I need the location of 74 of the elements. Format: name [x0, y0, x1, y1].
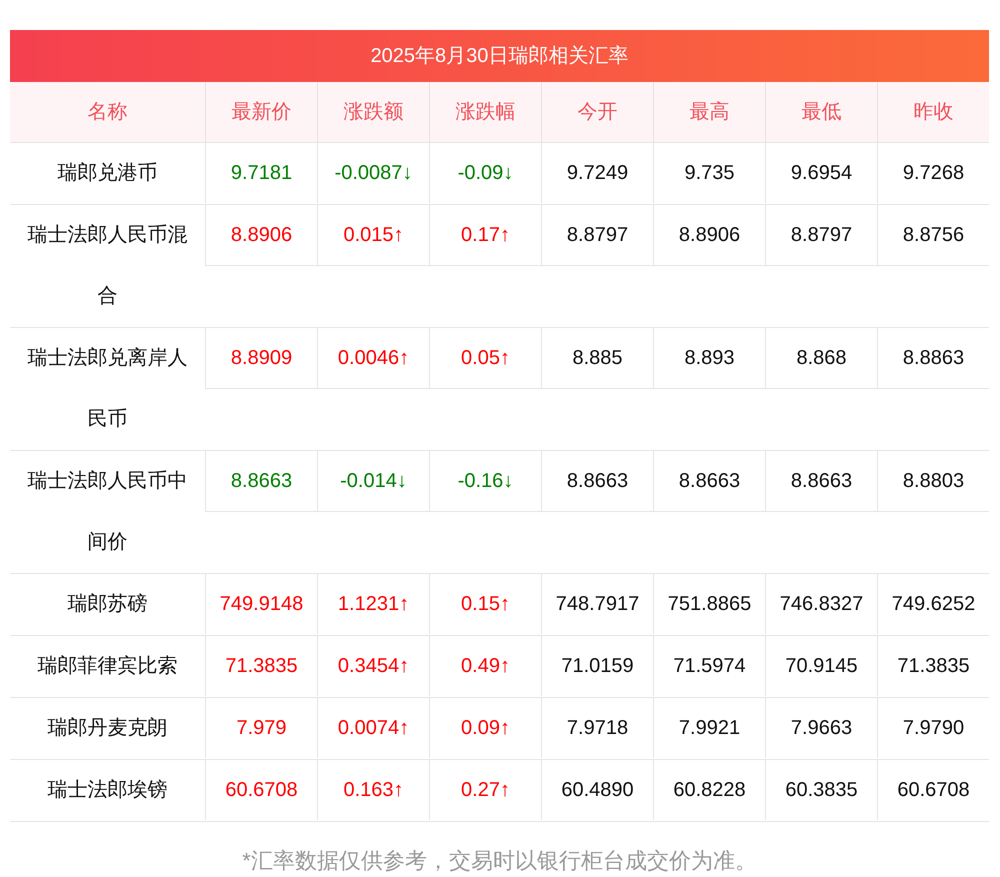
currency-pair-name: 瑞郎菲律宾比索 [36, 654, 178, 679]
table-cell: 751.8865 [653, 574, 765, 634]
table-cell: 8.8803 [877, 451, 989, 512]
footnote: *汇率数据仅供参考，交易时以银行柜台成交价为准。 [241, 847, 758, 875]
table-cell: 8.8663 [541, 451, 653, 512]
table-cell: -0.16↓ [429, 451, 541, 512]
table-cell: 8.8906 [653, 205, 765, 266]
column-header: 最新价 [205, 82, 317, 142]
table-cell: 7.9663 [765, 698, 877, 758]
table-cell: 60.3835 [765, 760, 877, 820]
currency-pair-name: 瑞郎兑港币 [56, 161, 158, 186]
table-cell: 7.979 [205, 698, 317, 758]
currency-pair-name: 瑞郎丹麦克朗 [46, 716, 168, 741]
column-header: 涨跌幅 [429, 82, 541, 142]
table-cell: 71.3835 [205, 636, 317, 696]
column-header: 最高 [653, 82, 765, 142]
table-cell: 9.7249 [541, 143, 653, 203]
table-cell: 7.9790 [877, 698, 989, 758]
table-cell: 8.868 [765, 328, 877, 389]
table-cell: 7.9921 [653, 698, 765, 758]
table-cell: 8.8663 [205, 451, 317, 512]
table-cell: -0.09↓ [429, 143, 541, 203]
table-cell: 8.8663 [653, 451, 765, 512]
currency-pair-name: 瑞士法郎人民币混合 [26, 223, 188, 309]
table-cell: 0.17↑ [429, 205, 541, 266]
table-cell: 0.015↑ [317, 205, 429, 266]
table-cell: 749.9148 [205, 574, 317, 634]
currency-pair-name: 瑞士法郎埃镑 [46, 778, 168, 803]
table-cell: 8.8756 [877, 205, 989, 266]
currency-pair-name: 瑞士法郎兑离岸人民币 [26, 346, 188, 432]
table-cell: 7.9718 [541, 698, 653, 758]
table-cell: 0.05↑ [429, 328, 541, 389]
column-header: 涨跌额 [317, 82, 429, 142]
table-cell: 748.7917 [541, 574, 653, 634]
table-cell: 8.8663 [765, 451, 877, 512]
table-cell: 0.09↑ [429, 698, 541, 758]
table-cell: 8.8797 [541, 205, 653, 266]
table-cell: 60.4890 [541, 760, 653, 820]
table-cell: 8.893 [653, 328, 765, 389]
table-cell: 8.8909 [205, 328, 317, 389]
currency-pair-name: 瑞郎苏磅 [66, 592, 148, 617]
table-cell: 60.6708 [877, 760, 989, 820]
table-cell: 8.8863 [877, 328, 989, 389]
table-cell: 746.8327 [765, 574, 877, 634]
table-cell: -0.0087↓ [317, 143, 429, 203]
table-cell: 9.7181 [205, 143, 317, 203]
table-cell: 70.9145 [765, 636, 877, 696]
table-cell: 9.735 [653, 143, 765, 203]
table-cell: -0.014↓ [317, 451, 429, 512]
table-cell: 8.8797 [765, 205, 877, 266]
table-cell: 0.49↑ [429, 636, 541, 696]
table-cell: 0.3454↑ [317, 636, 429, 696]
table-cell: 1.1231↑ [317, 574, 429, 634]
currency-pair-name: 瑞士法郎人民币中间价 [26, 469, 188, 555]
table-cell: 0.15↑ [429, 574, 541, 634]
table-cell: 9.7268 [877, 143, 989, 203]
table-title: 2025年8月30日瑞郎相关汇率 [10, 30, 989, 82]
table-cell: 71.5974 [653, 636, 765, 696]
table-cell: 749.6252 [877, 574, 989, 634]
table-cell: 0.0046↑ [317, 328, 429, 389]
table-cell: 9.6954 [765, 143, 877, 203]
column-header: 昨收 [877, 82, 989, 142]
column-header: 今开 [541, 82, 653, 142]
table-cell: 60.8228 [653, 760, 765, 820]
table-cell: 71.3835 [877, 636, 989, 696]
table-cell: 60.6708 [205, 760, 317, 820]
column-header: 最低 [765, 82, 877, 142]
table-cell: 0.163↑ [317, 760, 429, 820]
table-cell: 0.27↑ [429, 760, 541, 820]
table-cell: 8.885 [541, 328, 653, 389]
table-cell: 8.8906 [205, 205, 317, 266]
table-cell: 71.0159 [541, 636, 653, 696]
table-cell: 0.0074↑ [317, 698, 429, 758]
column-header: 名称 [86, 100, 128, 125]
